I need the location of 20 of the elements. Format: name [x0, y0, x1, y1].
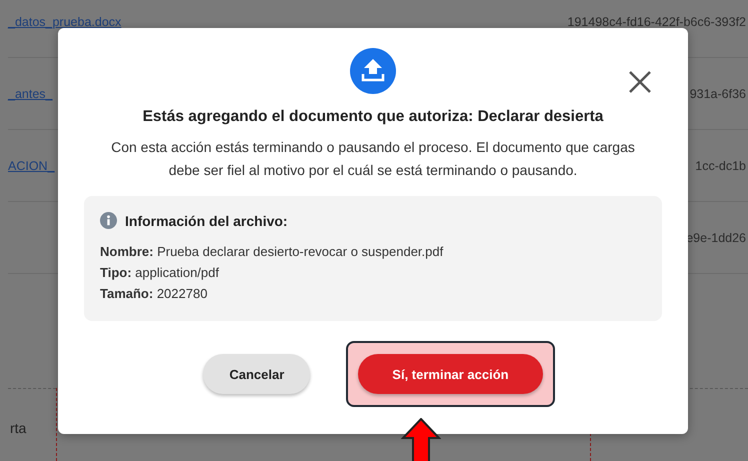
file-link[interactable]: ACION_: [8, 158, 55, 172]
dialog-title: Estás agregando el documento que autoriza: Declarar desierta: [142, 108, 604, 126]
id-text: 1cc-dc1b: [695, 158, 746, 172]
info-icon: [100, 212, 117, 229]
cancel-button[interactable]: Cancelar: [203, 354, 310, 394]
upload-icon: [350, 48, 396, 94]
info-field: Tipo: application/pdf: [100, 262, 646, 283]
info-heading: Información del archivo:: [125, 212, 288, 228]
arrow-icon: [401, 418, 441, 461]
file-link[interactable]: _datos_prueba.docx: [8, 14, 122, 28]
label-text: rta: [10, 420, 26, 436]
id-text: 191498c4-fd16-422f-b6c6-393f2: [567, 14, 746, 28]
close-icon[interactable]: [628, 70, 652, 94]
confirm-button[interactable]: Sí, terminar acción: [358, 354, 543, 394]
dialog-message: Con esta acción estás terminando o pausando el proceso. El documento que cargas debe ser fiel al motivo por el cuál se está terminando o pausando.: [110, 138, 636, 180]
info-field: Tamaño: 2022780: [100, 283, 646, 304]
id-text: e9e-1dd26: [686, 230, 746, 244]
file-link[interactable]: _antes_: [8, 86, 52, 100]
info-field: Nombre: Prueba declarar desierto-revocar o suspender.pdf: [100, 241, 646, 262]
id-text: 931a-6f36: [690, 86, 746, 100]
